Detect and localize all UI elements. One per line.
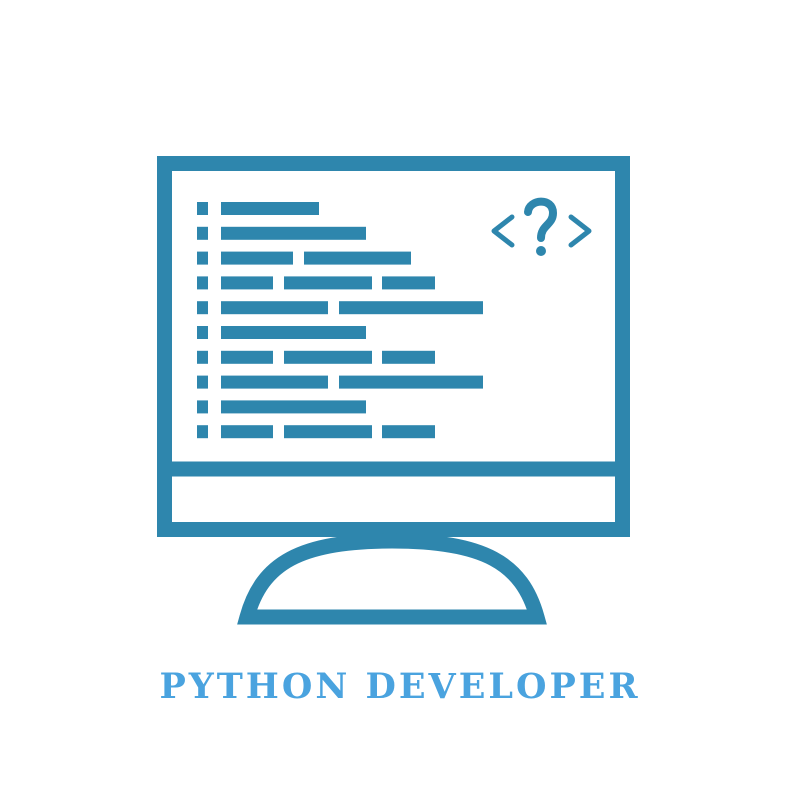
code-line-segment [284, 350, 372, 364]
angle-bracket-right [568, 214, 592, 248]
code-line-segment [221, 276, 273, 290]
code-line-segment [221, 400, 366, 414]
code-line-segment [221, 375, 328, 389]
code-line-segment [382, 350, 435, 364]
code-line-segment [221, 226, 366, 240]
monitor-stand [237, 533, 547, 625]
code-line-bullet [197, 276, 208, 290]
code-line-segment [284, 425, 372, 439]
code-line-bullet [197, 425, 208, 439]
question-mark [524, 197, 557, 242]
code-symbol-icon [491, 197, 592, 248]
code-line-segment [221, 202, 319, 215]
question-mark-dot [536, 246, 546, 256]
code-line-bullet [197, 301, 208, 315]
code-line-segment [382, 425, 435, 439]
code-lines [197, 202, 483, 439]
angle-bracket-left [491, 214, 515, 248]
code-line-bullet [197, 226, 208, 240]
code-line-segment [339, 375, 483, 389]
code-line-segment [304, 251, 411, 265]
code-line-segment [221, 425, 273, 439]
code-line-bullet [197, 202, 208, 215]
code-line-segment [382, 276, 435, 290]
code-line-segment [221, 350, 273, 364]
code-line-bullet [197, 350, 208, 364]
code-line-segment [221, 301, 328, 315]
caption-title: PYTHON DEVELOPER [159, 665, 641, 707]
code-line-bullet [197, 375, 208, 389]
code-line-segment [221, 251, 293, 265]
code-line-segment [221, 326, 366, 339]
code-line-bullet [197, 400, 208, 414]
code-line-bullet [197, 251, 208, 265]
code-line-segment [339, 301, 483, 315]
code-line-bullet [197, 326, 208, 339]
code-line-segment [284, 276, 372, 290]
